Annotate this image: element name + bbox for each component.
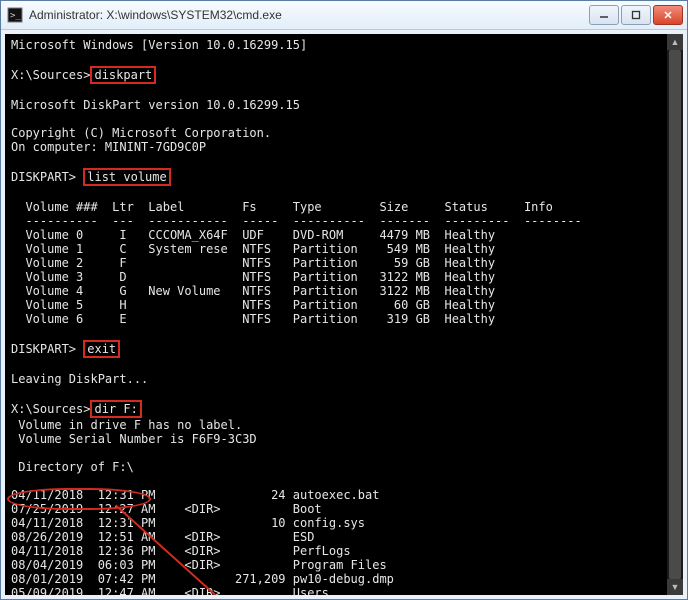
scroll-thumb[interactable] [669, 50, 681, 579]
scroll-down-button[interactable]: ▼ [667, 579, 683, 595]
terminal-output[interactable]: Microsoft Windows [Version 10.0.16299.15… [5, 34, 683, 595]
diskpart-cmd-highlight: diskpart [90, 66, 156, 84]
scroll-up-button[interactable]: ▲ [667, 34, 683, 50]
window-buttons [587, 5, 683, 25]
list-volume-cmd-highlight: list volume [83, 168, 170, 186]
minimize-button[interactable] [589, 5, 619, 25]
terminal-area: Microsoft Windows [Version 10.0.16299.15… [5, 34, 683, 595]
window-title: Administrator: X:\windows\SYSTEM32\cmd.e… [29, 8, 587, 22]
svg-text:>_: >_ [10, 11, 21, 21]
dir-cmd-highlight: dir F: [90, 400, 141, 418]
scroll-track[interactable] [667, 50, 683, 579]
exit-cmd-highlight: exit [83, 340, 120, 358]
maximize-button[interactable] [621, 5, 651, 25]
vertical-scrollbar[interactable]: ▲ ▼ [667, 34, 683, 595]
close-button[interactable] [653, 5, 683, 25]
cmd-window: >_ Administrator: X:\windows\SYSTEM32\cm… [0, 0, 688, 600]
cmd-icon: >_ [7, 7, 23, 23]
titlebar[interactable]: >_ Administrator: X:\windows\SYSTEM32\cm… [1, 1, 687, 30]
